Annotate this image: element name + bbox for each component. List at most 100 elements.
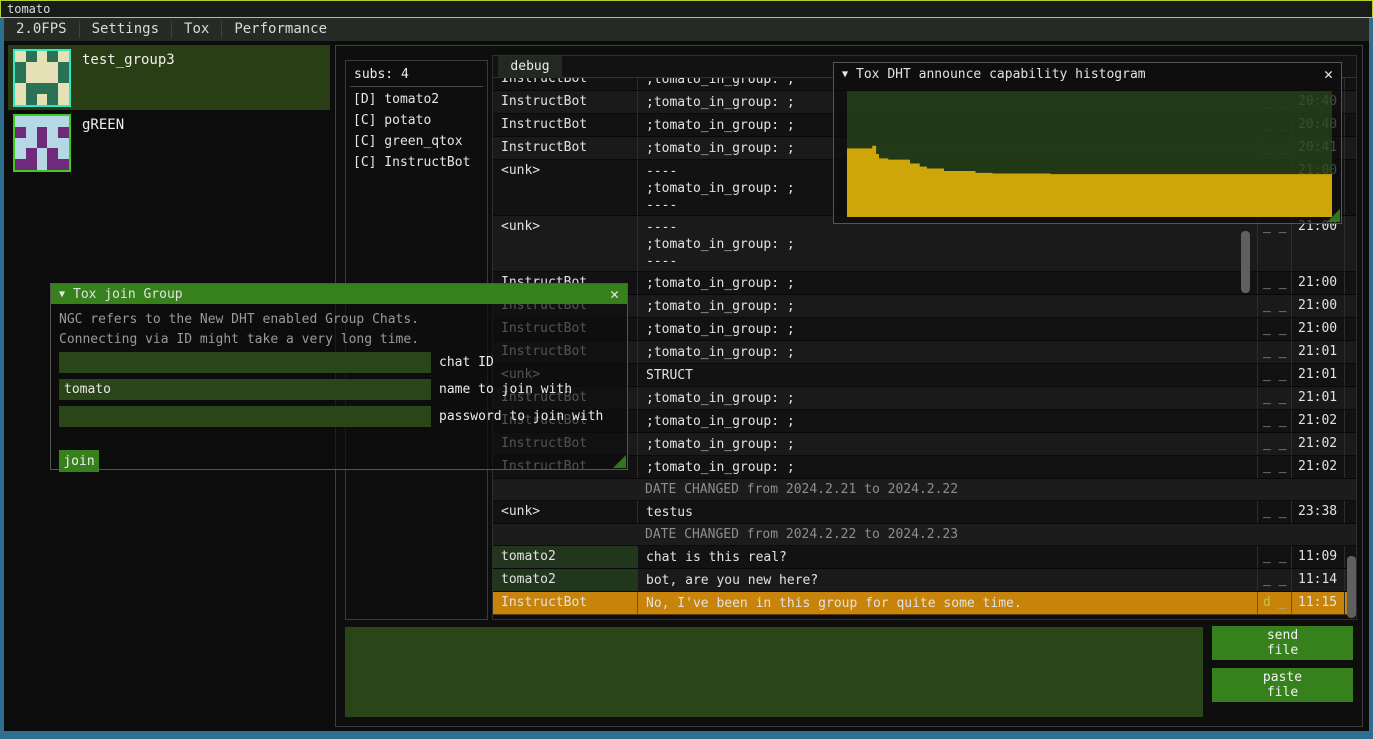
member-item[interactable]: [C] green_qtox: [353, 134, 463, 149]
delivery-status-cell: d _: [1257, 592, 1291, 614]
chat-row[interactable]: tomato2chat is this real?_ _11:09: [493, 546, 1356, 569]
chat-row[interactable]: <unk>testus_ _23:38: [493, 501, 1356, 524]
window-title: Tox DHT announce capability histogram: [856, 67, 1316, 82]
sender-cell: InstructBot: [493, 592, 637, 614]
resize-grip-icon[interactable]: [1327, 209, 1340, 222]
join-button[interactable]: join: [59, 450, 99, 472]
group-list-item-test_group3[interactable]: test_group3: [8, 45, 330, 110]
sender-cell: InstructBot: [493, 91, 637, 113]
date-changed-row[interactable]: DATE CHANGED from 2024.2.21 to 2024.2.22: [493, 479, 1356, 501]
delivery-status-cell: _ _: [1257, 272, 1291, 294]
chat-id-input[interactable]: [59, 352, 431, 373]
delivery-status-cell: _ _: [1257, 341, 1291, 363]
timestamp-cell: 11:15: [1291, 592, 1345, 614]
join-group-body: NGC refers to the New DHT enabled Group …: [51, 304, 627, 469]
date-changed-text: DATE CHANGED from 2024.2.22 to 2024.2.23: [493, 524, 1356, 542]
sender-cell: tomato2: [493, 569, 637, 591]
member-item[interactable]: [C] InstructBot: [353, 155, 470, 170]
message-cell: ;tomato_in_group: ;: [637, 410, 1257, 432]
delivery-status-cell: _ _: [1257, 433, 1291, 455]
menu-item-settings[interactable]: Settings: [80, 18, 171, 41]
delivery-status-cell: _ _: [1257, 364, 1291, 386]
date-changed-text: DATE CHANGED from 2024.2.21 to 2024.2.22: [493, 479, 1356, 497]
delivery-status-cell: _ _: [1257, 318, 1291, 340]
delivery-status-cell: _ _: [1257, 546, 1291, 568]
collapse-arrow-icon[interactable]: ▼: [59, 289, 65, 300]
message-cell: ;tomato_in_group: ;: [637, 456, 1257, 478]
histogram-series: [847, 91, 1332, 217]
subs-count: subs: 4: [354, 67, 409, 82]
join-name-label: name to join with: [439, 379, 572, 400]
message-cell: ;tomato_in_group: ;: [637, 341, 1257, 363]
timestamp-cell: 21:02: [1291, 456, 1345, 478]
desktop-background: tomato 2.0FPS Settings Tox Performance t…: [0, 0, 1373, 739]
timestamp-cell: 21:00: [1291, 295, 1345, 317]
join-name-input[interactable]: [59, 379, 431, 400]
message-cell: ----;tomato_in_group: ;----: [637, 216, 1257, 271]
window-title: Tox join Group: [73, 287, 602, 302]
join-password-input[interactable]: [59, 406, 431, 427]
chat-row[interactable]: InstructBotNo, I've been in this group f…: [493, 592, 1356, 615]
message-cell: No, I've been in this group for quite so…: [637, 592, 1257, 614]
group-avatar: [13, 49, 71, 107]
dht-capability-histogram-plot: [847, 91, 1332, 217]
message-cell: chat is this real?: [637, 546, 1257, 568]
timestamp-cell: 11:09: [1291, 546, 1345, 568]
message-cell: ;tomato_in_group: ;: [637, 318, 1257, 340]
app-titlebar: tomato: [0, 0, 1373, 18]
dht-histogram-body: [834, 85, 1341, 223]
message-cell: STRUCT: [637, 364, 1257, 386]
group-name: test_group3: [82, 52, 175, 68]
sender-cell: <unk>: [493, 501, 637, 523]
resize-grip-icon[interactable]: [613, 455, 626, 468]
timestamp-cell: 21:00: [1291, 216, 1345, 271]
sender-cell: <unk>: [493, 216, 637, 271]
tab-debug[interactable]: debug: [498, 56, 562, 78]
menu-item-performance[interactable]: Performance: [222, 18, 339, 41]
join-group-window: ▼ Tox join Group ✕ NGC refers to the New…: [50, 283, 628, 470]
window-scrollbar-thumb[interactable]: [1347, 556, 1356, 618]
join-description-line: Connecting via ID might take a very long…: [59, 332, 419, 347]
menu-item-tox[interactable]: Tox: [172, 18, 221, 41]
delivery-status-cell: _ _: [1257, 387, 1291, 409]
timestamp-cell: 21:01: [1291, 341, 1345, 363]
message-cell: ;tomato_in_group: ;: [637, 295, 1257, 317]
join-group-titlebar[interactable]: ▼ Tox join Group ✕: [51, 284, 627, 304]
timestamp-cell: 21:02: [1291, 433, 1345, 455]
sender-cell: InstructBot: [493, 114, 637, 136]
send-file-button[interactable]: send file: [1212, 626, 1353, 660]
message-cell: bot, are you new here?: [637, 569, 1257, 591]
app-title: tomato: [7, 2, 50, 16]
timestamp-cell: 21:01: [1291, 364, 1345, 386]
group-avatar: [13, 114, 71, 172]
chat-id-label: chat ID: [439, 352, 494, 373]
timestamp-cell: 21:01: [1291, 387, 1345, 409]
message-cell: ;tomato_in_group: ;: [637, 272, 1257, 294]
message-cell: testus: [637, 501, 1257, 523]
chat-row[interactable]: tomato2bot, are you new here?_ _11:14: [493, 569, 1356, 592]
dht-histogram-titlebar[interactable]: ▼ Tox DHT announce capability histogram …: [834, 63, 1341, 85]
chat-row[interactable]: <unk>----;tomato_in_group: ;----_ _21:00: [493, 216, 1356, 272]
member-item[interactable]: [C] potato: [353, 113, 431, 128]
message-cell: ;tomato_in_group: ;: [637, 433, 1257, 455]
join-description-line: NGC refers to the New DHT enabled Group …: [59, 312, 419, 327]
timestamp-cell: 21:00: [1291, 272, 1345, 294]
date-changed-row[interactable]: DATE CHANGED from 2024.2.22 to 2024.2.23: [493, 524, 1356, 546]
group-name: gREEN: [82, 117, 124, 133]
delivery-status-cell: _ _: [1257, 501, 1291, 523]
collapse-arrow-icon[interactable]: ▼: [842, 69, 848, 80]
message-list-scrollbar-thumb[interactable]: [1241, 231, 1250, 293]
close-icon[interactable]: ✕: [610, 284, 619, 304]
group-list-item-gREEN[interactable]: gREEN: [8, 110, 330, 175]
sender-cell: InstructBot: [493, 137, 637, 159]
close-icon[interactable]: ✕: [1324, 64, 1333, 84]
message-cell: ;tomato_in_group: ;: [637, 387, 1257, 409]
paste-file-button[interactable]: paste file: [1212, 668, 1353, 702]
member-item[interactable]: [D] tomato2: [353, 92, 439, 107]
timestamp-cell: 21:00: [1291, 318, 1345, 340]
fps-counter: 2.0FPS: [4, 18, 79, 41]
delivery-status-cell: _ _: [1257, 569, 1291, 591]
message-input[interactable]: [345, 627, 1203, 717]
divider: [350, 86, 483, 87]
dht-histogram-window: ▼ Tox DHT announce capability histogram …: [833, 62, 1342, 224]
